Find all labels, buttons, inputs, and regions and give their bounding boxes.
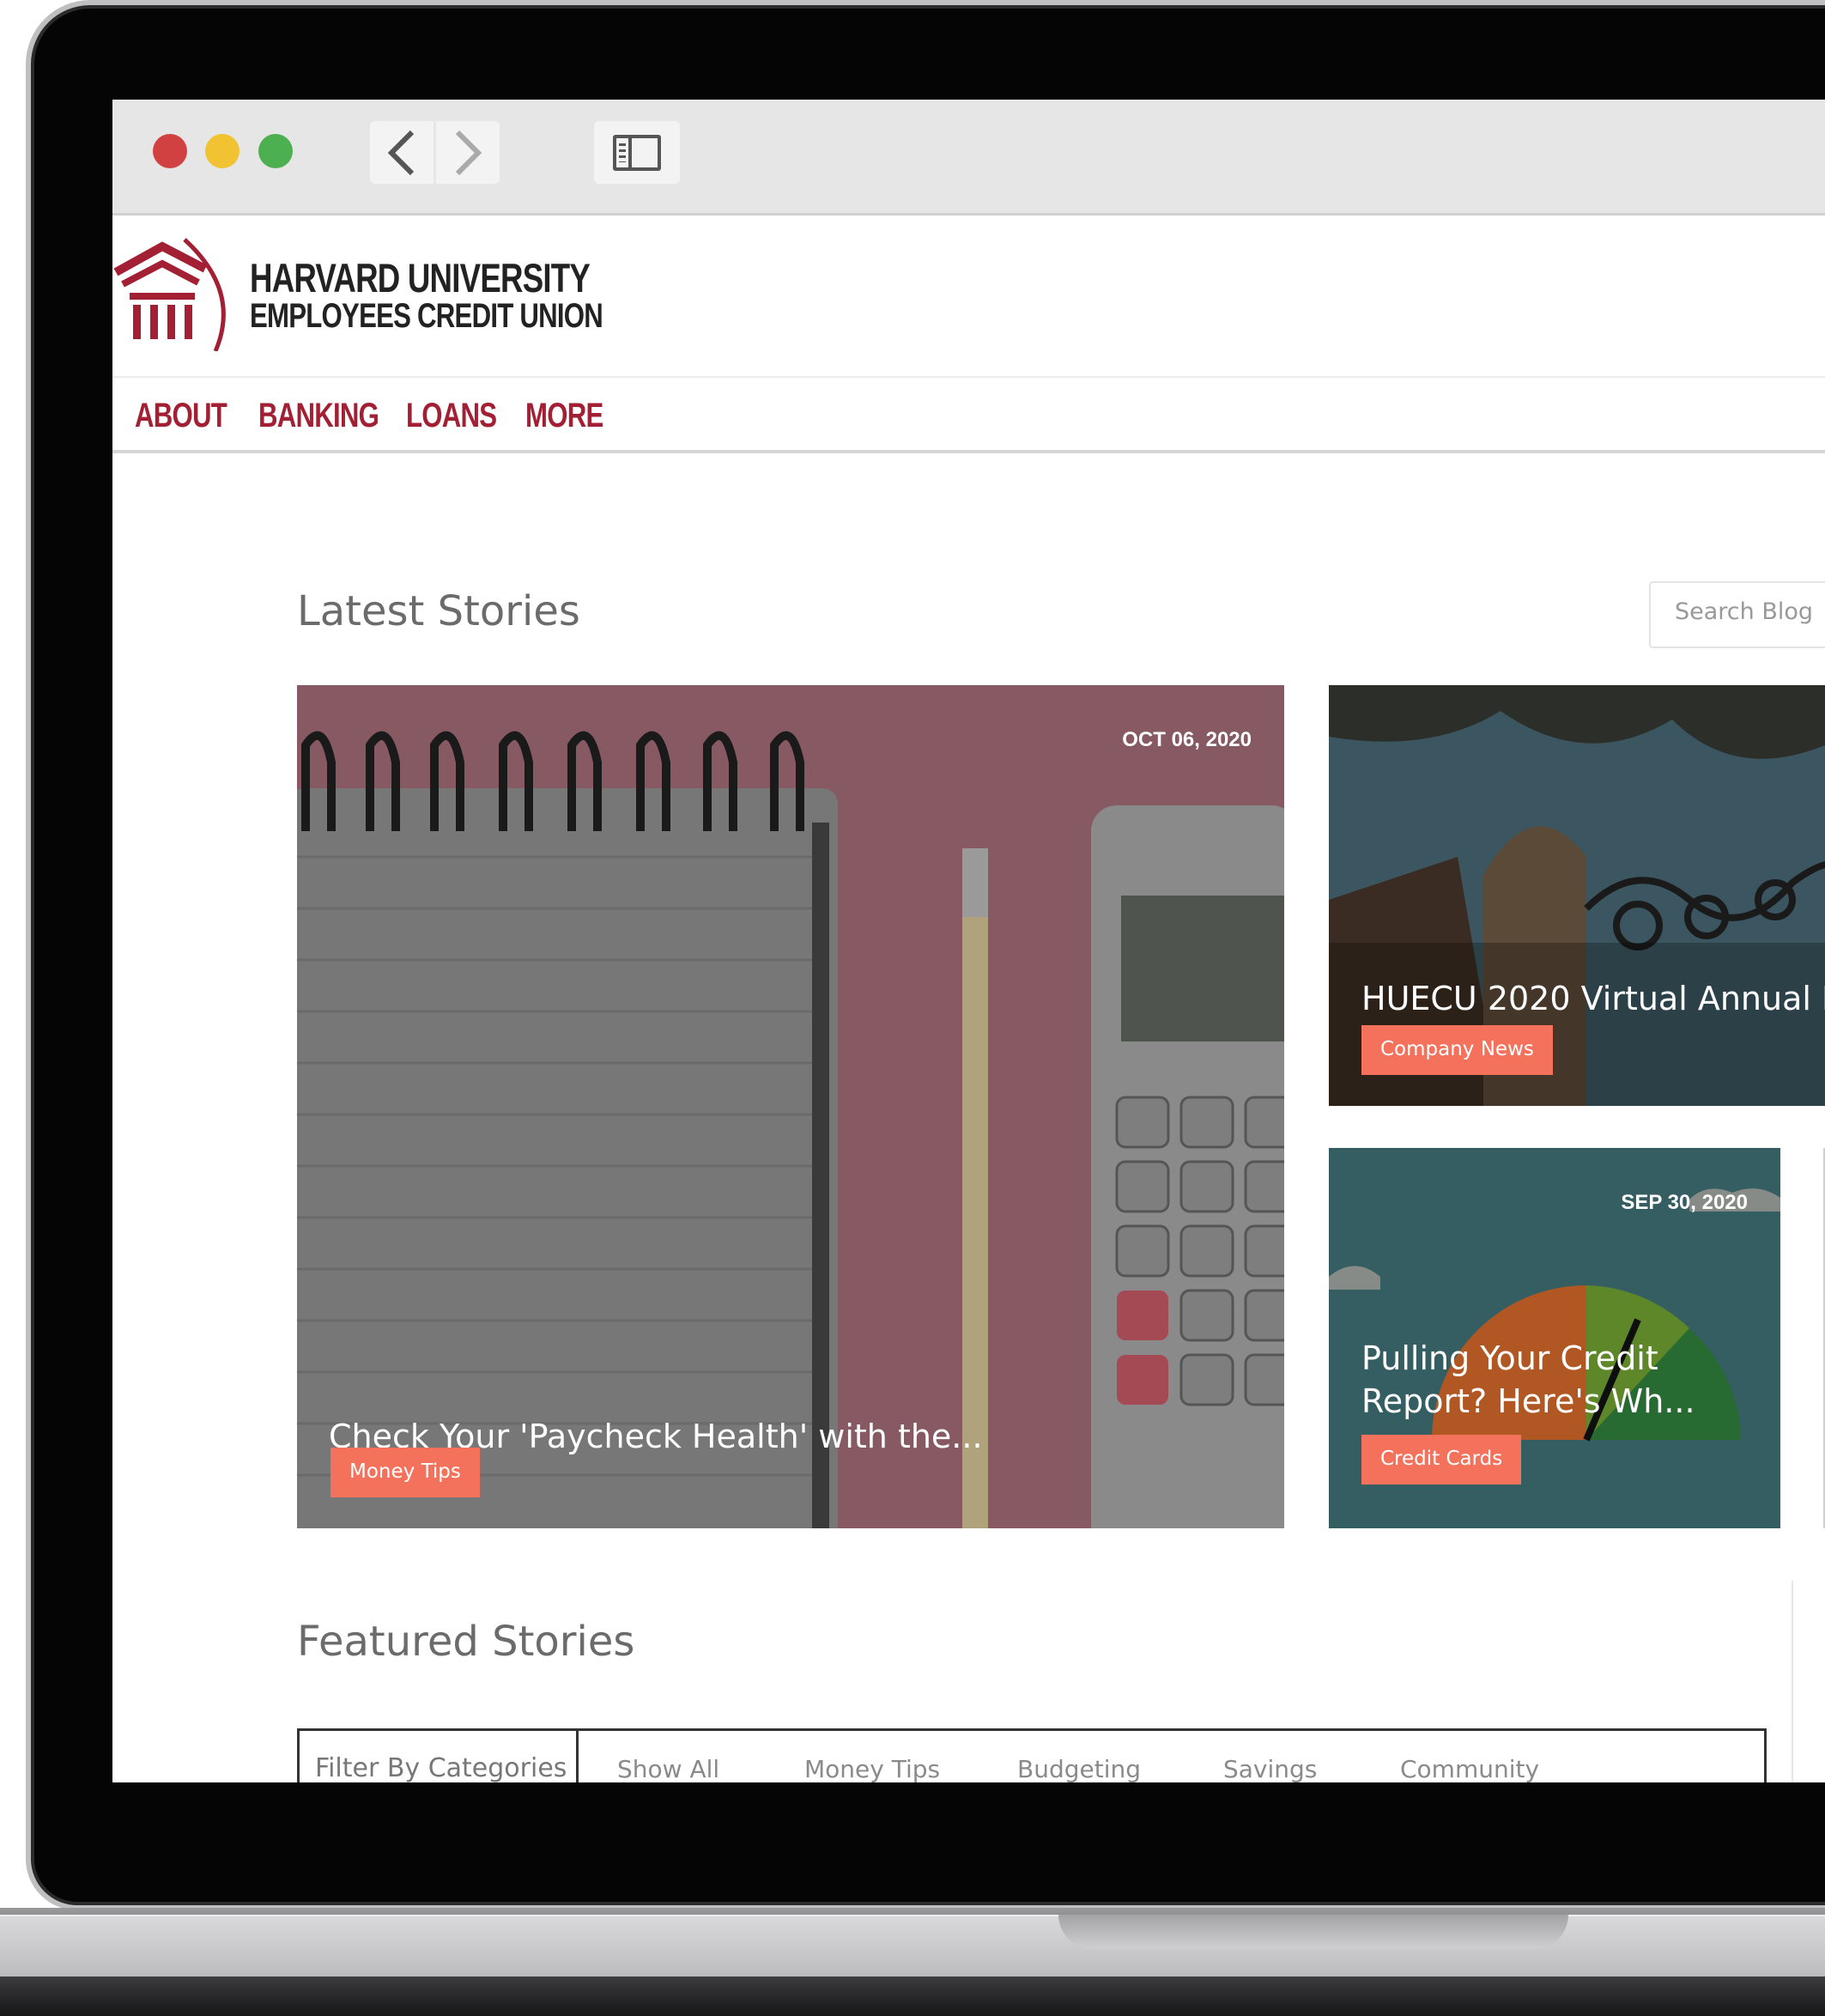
category-tag[interactable]: Credit Cards xyxy=(1361,1435,1522,1485)
browser-toolbar xyxy=(112,100,1825,216)
sidebar-toggle-button[interactable] xyxy=(594,121,680,184)
columns-logo-icon[interactable] xyxy=(112,231,233,351)
search-blog-input[interactable]: Search Blog xyxy=(1649,581,1825,648)
main-nav: ABOUT BANKING LOANS MORE xyxy=(112,378,1825,453)
browser-window: HARVARD UNIVERSITY EMPLOYEES CREDIT UNIO… xyxy=(112,100,1825,1782)
category-filter-bar: Filter By Categories Show All Money Tips… xyxy=(297,1728,1767,1782)
nav-item-more[interactable]: MORE xyxy=(525,397,603,435)
nav-item-loans[interactable]: LOANS xyxy=(406,397,497,435)
filter-show-all[interactable]: Show All xyxy=(617,1755,719,1782)
category-tag[interactable]: Money Tips xyxy=(330,1448,480,1497)
story-title-line: Pulling Your Credit xyxy=(1361,1339,1658,1377)
sidebar-icon xyxy=(613,135,661,171)
filter-savings[interactable]: Savings xyxy=(1223,1755,1317,1782)
story-card-paycheck[interactable]: OCT 06, 2020 Check Your 'Paycheck Health… xyxy=(297,685,1284,1528)
story-image-notebook xyxy=(297,685,1284,1528)
filter-label: Filter By Categories xyxy=(315,1753,567,1782)
nav-item-about[interactable]: ABOUT xyxy=(135,397,227,435)
back-button[interactable] xyxy=(370,121,434,184)
filter-budgeting[interactable]: Budgeting xyxy=(1017,1755,1141,1782)
story-card-credit-report[interactable]: SEP 30, 2020 Pulling Your Credit Report?… xyxy=(1329,1148,1780,1528)
story-title[interactable]: Pulling Your Credit Report? Here's Wh... xyxy=(1361,1337,1695,1423)
story-card-annual-meeting[interactable]: HUECU 2020 Virtual Annual M Company News xyxy=(1329,685,1825,1106)
maximize-window-button[interactable] xyxy=(258,134,293,168)
laptop-notch xyxy=(1058,1915,1568,1949)
story-title-line: Report? Here's Wh... xyxy=(1361,1382,1695,1420)
laptop-mockup: HARVARD UNIVERSITY EMPLOYEES CREDIT UNIO… xyxy=(0,0,1825,2016)
chevron-right-icon xyxy=(455,130,482,175)
sidebar-divider xyxy=(1792,1581,1793,1782)
featured-stories-heading: Featured Stories xyxy=(297,1618,635,1666)
story-title[interactable]: HUECU 2020 Virtual Annual M xyxy=(1361,977,1825,1020)
story-date: SEP 30, 2020 xyxy=(1621,1191,1748,1214)
filter-community[interactable]: Community xyxy=(1400,1755,1539,1782)
chevron-left-icon xyxy=(387,130,415,175)
forward-button[interactable] xyxy=(436,121,500,184)
close-window-button[interactable] xyxy=(153,134,187,168)
nav-item-banking[interactable]: BANKING xyxy=(258,397,379,435)
site-header: HARVARD UNIVERSITY EMPLOYEES CREDIT UNIO… xyxy=(112,218,1825,378)
filter-money-tips[interactable]: Money Tips xyxy=(804,1755,940,1782)
category-tag[interactable]: Company News xyxy=(1361,1025,1553,1075)
latest-stories-heading: Latest Stories xyxy=(297,587,580,635)
story-date: OCT 06, 2020 xyxy=(1122,728,1252,751)
brand-subtitle: EMPLOYEES CREDIT UNION xyxy=(250,297,603,335)
brand-name: HARVARD UNIVERSITY xyxy=(250,255,591,301)
minimize-window-button[interactable] xyxy=(205,134,239,168)
filter-divider xyxy=(576,1731,579,1782)
laptop-front-edge xyxy=(0,1977,1825,2016)
